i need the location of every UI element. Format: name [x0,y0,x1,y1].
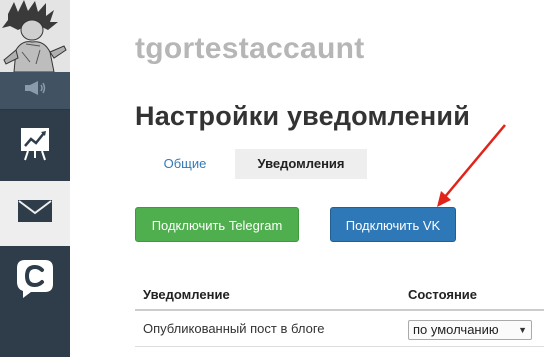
annotation-arrow-icon [437,124,506,207]
